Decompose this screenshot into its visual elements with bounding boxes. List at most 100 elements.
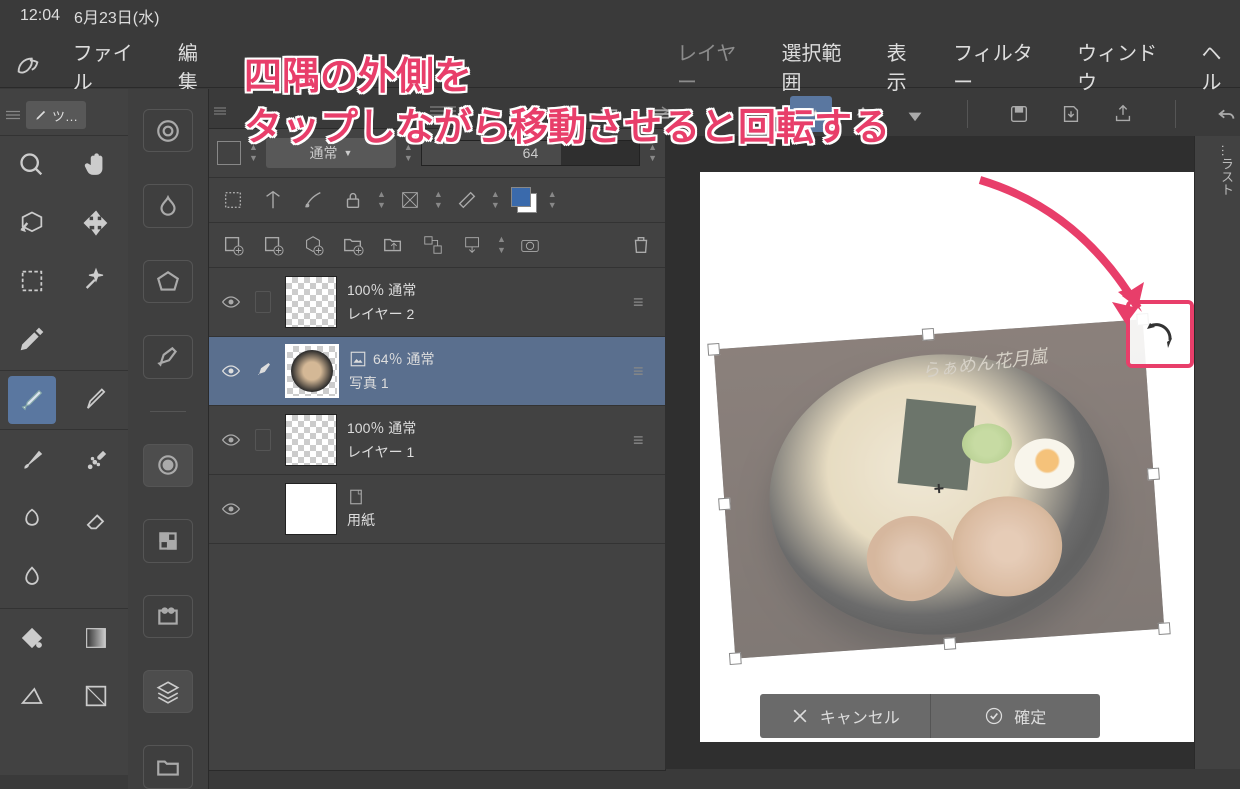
menu-layer[interactable]: レイヤー — [677, 37, 754, 95]
lock-slot[interactable] — [255, 429, 275, 451]
confirm-button[interactable]: 確定 — [931, 694, 1101, 738]
tool-label[interactable]: ツ… — [26, 101, 86, 129]
lock-slot[interactable] — [255, 291, 275, 313]
layer-row[interactable]: 64％ 通常 写真 1 ≡ — [209, 337, 665, 406]
visibility-icon[interactable] — [217, 295, 245, 309]
stepper-icon[interactable]: ▲▼ — [434, 190, 443, 210]
layer-menu-icon[interactable]: ≡ — [633, 430, 657, 451]
subtool-folder-icon[interactable] — [143, 745, 193, 788]
transform-handle[interactable] — [943, 637, 956, 650]
app-logo-icon[interactable] — [12, 49, 45, 83]
transform-bounding-box[interactable]: + — [714, 319, 1165, 658]
stepper-icon[interactable]: ▲▼ — [648, 143, 657, 163]
transfer-icon[interactable] — [417, 229, 449, 261]
airbrush-tool-icon[interactable] — [72, 437, 120, 485]
opacity-slider[interactable]: 64 — [421, 140, 640, 166]
object-tool-icon[interactable] — [8, 199, 56, 247]
delete-icon[interactable] — [625, 229, 657, 261]
subtool-polygon-icon[interactable] — [143, 260, 193, 303]
handle-icon[interactable] — [640, 96, 682, 132]
stepper-icon[interactable]: ▲▼ — [497, 235, 506, 255]
new-3d-layer-icon[interactable] — [297, 229, 329, 261]
layer-row[interactable]: 100％ 通常 レイヤー 2 ≡ — [209, 268, 665, 337]
gradient-tool-icon[interactable] — [72, 614, 120, 662]
layer-menu-icon[interactable]: ≡ — [633, 361, 657, 382]
subtool-option1-icon[interactable] — [143, 444, 193, 487]
share-icon[interactable] — [1102, 96, 1144, 132]
visibility-icon[interactable] — [217, 433, 245, 447]
transform-handle[interactable] — [1158, 622, 1171, 635]
transform-handle[interactable] — [707, 343, 720, 356]
undo-icon[interactable] — [1206, 96, 1240, 132]
menu-icon[interactable] — [738, 96, 780, 132]
arrow-down-icon[interactable] — [894, 96, 936, 132]
visibility-icon[interactable] — [217, 364, 245, 378]
clip-icon[interactable] — [217, 184, 249, 216]
transform-center-icon[interactable]: + — [933, 478, 945, 500]
color-swap-icon[interactable] — [508, 184, 540, 216]
export-icon[interactable] — [1050, 96, 1092, 132]
subtool-pencil-icon[interactable] — [143, 335, 193, 378]
marquee-tool-icon[interactable] — [8, 257, 56, 305]
frame-tool-icon[interactable] — [72, 672, 120, 720]
subtool-target-icon[interactable] — [143, 109, 193, 152]
blend-mode-dropdown[interactable]: 通常 ▼ — [266, 138, 396, 168]
blend-tool-icon[interactable] — [8, 553, 56, 601]
eyedropper-tool-icon[interactable] — [8, 315, 56, 363]
lock-icon[interactable] — [337, 184, 369, 216]
visibility-icon[interactable] — [217, 502, 245, 516]
new-layer-icon[interactable] — [217, 229, 249, 261]
menu-filter[interactable]: フィルター — [953, 37, 1049, 95]
new-folder-icon[interactable] — [337, 229, 369, 261]
decoration-tool-icon[interactable] — [8, 495, 56, 543]
stepper-icon[interactable]: ▲▼ — [404, 143, 413, 163]
stepper-icon[interactable]: ▲▼ — [491, 190, 500, 210]
transform-handle[interactable] — [1147, 468, 1160, 481]
mask-icon[interactable] — [394, 184, 426, 216]
move-tool-icon[interactable] — [72, 199, 120, 247]
save-icon[interactable] — [998, 96, 1040, 132]
layer-row[interactable]: 100％ 通常 レイヤー 1 ≡ — [209, 406, 665, 475]
subtool-option3-icon[interactable] — [143, 595, 193, 638]
menu-edit[interactable]: 編集 — [178, 37, 217, 95]
menu-icon[interactable] — [6, 108, 20, 122]
zoom-tool-icon[interactable] — [8, 141, 56, 189]
move-to-folder-icon[interactable] — [377, 229, 409, 261]
stepper-icon[interactable]: ▲▼ — [249, 143, 258, 163]
stepper-icon[interactable]: ▲▼ — [548, 190, 557, 210]
draft-icon[interactable] — [297, 184, 329, 216]
stepper-icon[interactable]: ▲▼ — [377, 190, 386, 210]
subtool-layers-icon[interactable] — [143, 670, 193, 713]
layer-menu-icon[interactable]: ≡ — [633, 292, 657, 313]
pencil-tool-icon[interactable] — [72, 376, 120, 424]
brush-tool-icon[interactable] — [8, 437, 56, 485]
hand-tool-icon[interactable] — [72, 141, 120, 189]
camera-icon[interactable] — [514, 229, 546, 261]
shape-tool-icon[interactable] — [8, 672, 56, 720]
transform-handle[interactable] — [922, 328, 935, 341]
fill-tool-icon[interactable] — [8, 614, 56, 662]
subtool-option2-icon[interactable] — [143, 519, 193, 562]
menu-selection[interactable]: 選択範囲 — [782, 37, 859, 95]
checkbox[interactable] — [217, 141, 241, 165]
subtool-splash-icon[interactable] — [143, 184, 193, 227]
menu-help[interactable]: ヘル — [1201, 37, 1240, 95]
right-panel-tab[interactable]: …ラスト — [1194, 136, 1240, 769]
reference-icon[interactable] — [257, 184, 289, 216]
handle-icon[interactable] — [588, 96, 630, 132]
menu-window[interactable]: ウィンドウ — [1077, 37, 1173, 95]
ruler-icon[interactable] — [451, 184, 483, 216]
cancel-button[interactable]: キャンセル — [760, 694, 931, 738]
menu-file[interactable]: ファイル — [73, 37, 150, 95]
transform-handle[interactable] — [729, 652, 742, 665]
wand-tool-icon[interactable] — [72, 257, 120, 305]
arrow-up-icon[interactable] — [842, 96, 884, 132]
merge-icon[interactable] — [457, 229, 489, 261]
menu-view[interactable]: 表示 — [887, 37, 926, 95]
new-layer-icon[interactable] — [257, 229, 289, 261]
eraser-tool-icon[interactable] — [72, 495, 120, 543]
pen-tool-icon[interactable] — [8, 376, 56, 424]
layer-row[interactable]: 用紙 — [209, 475, 665, 544]
lock-slot[interactable] — [255, 358, 275, 385]
transform-handle[interactable] — [718, 498, 731, 511]
